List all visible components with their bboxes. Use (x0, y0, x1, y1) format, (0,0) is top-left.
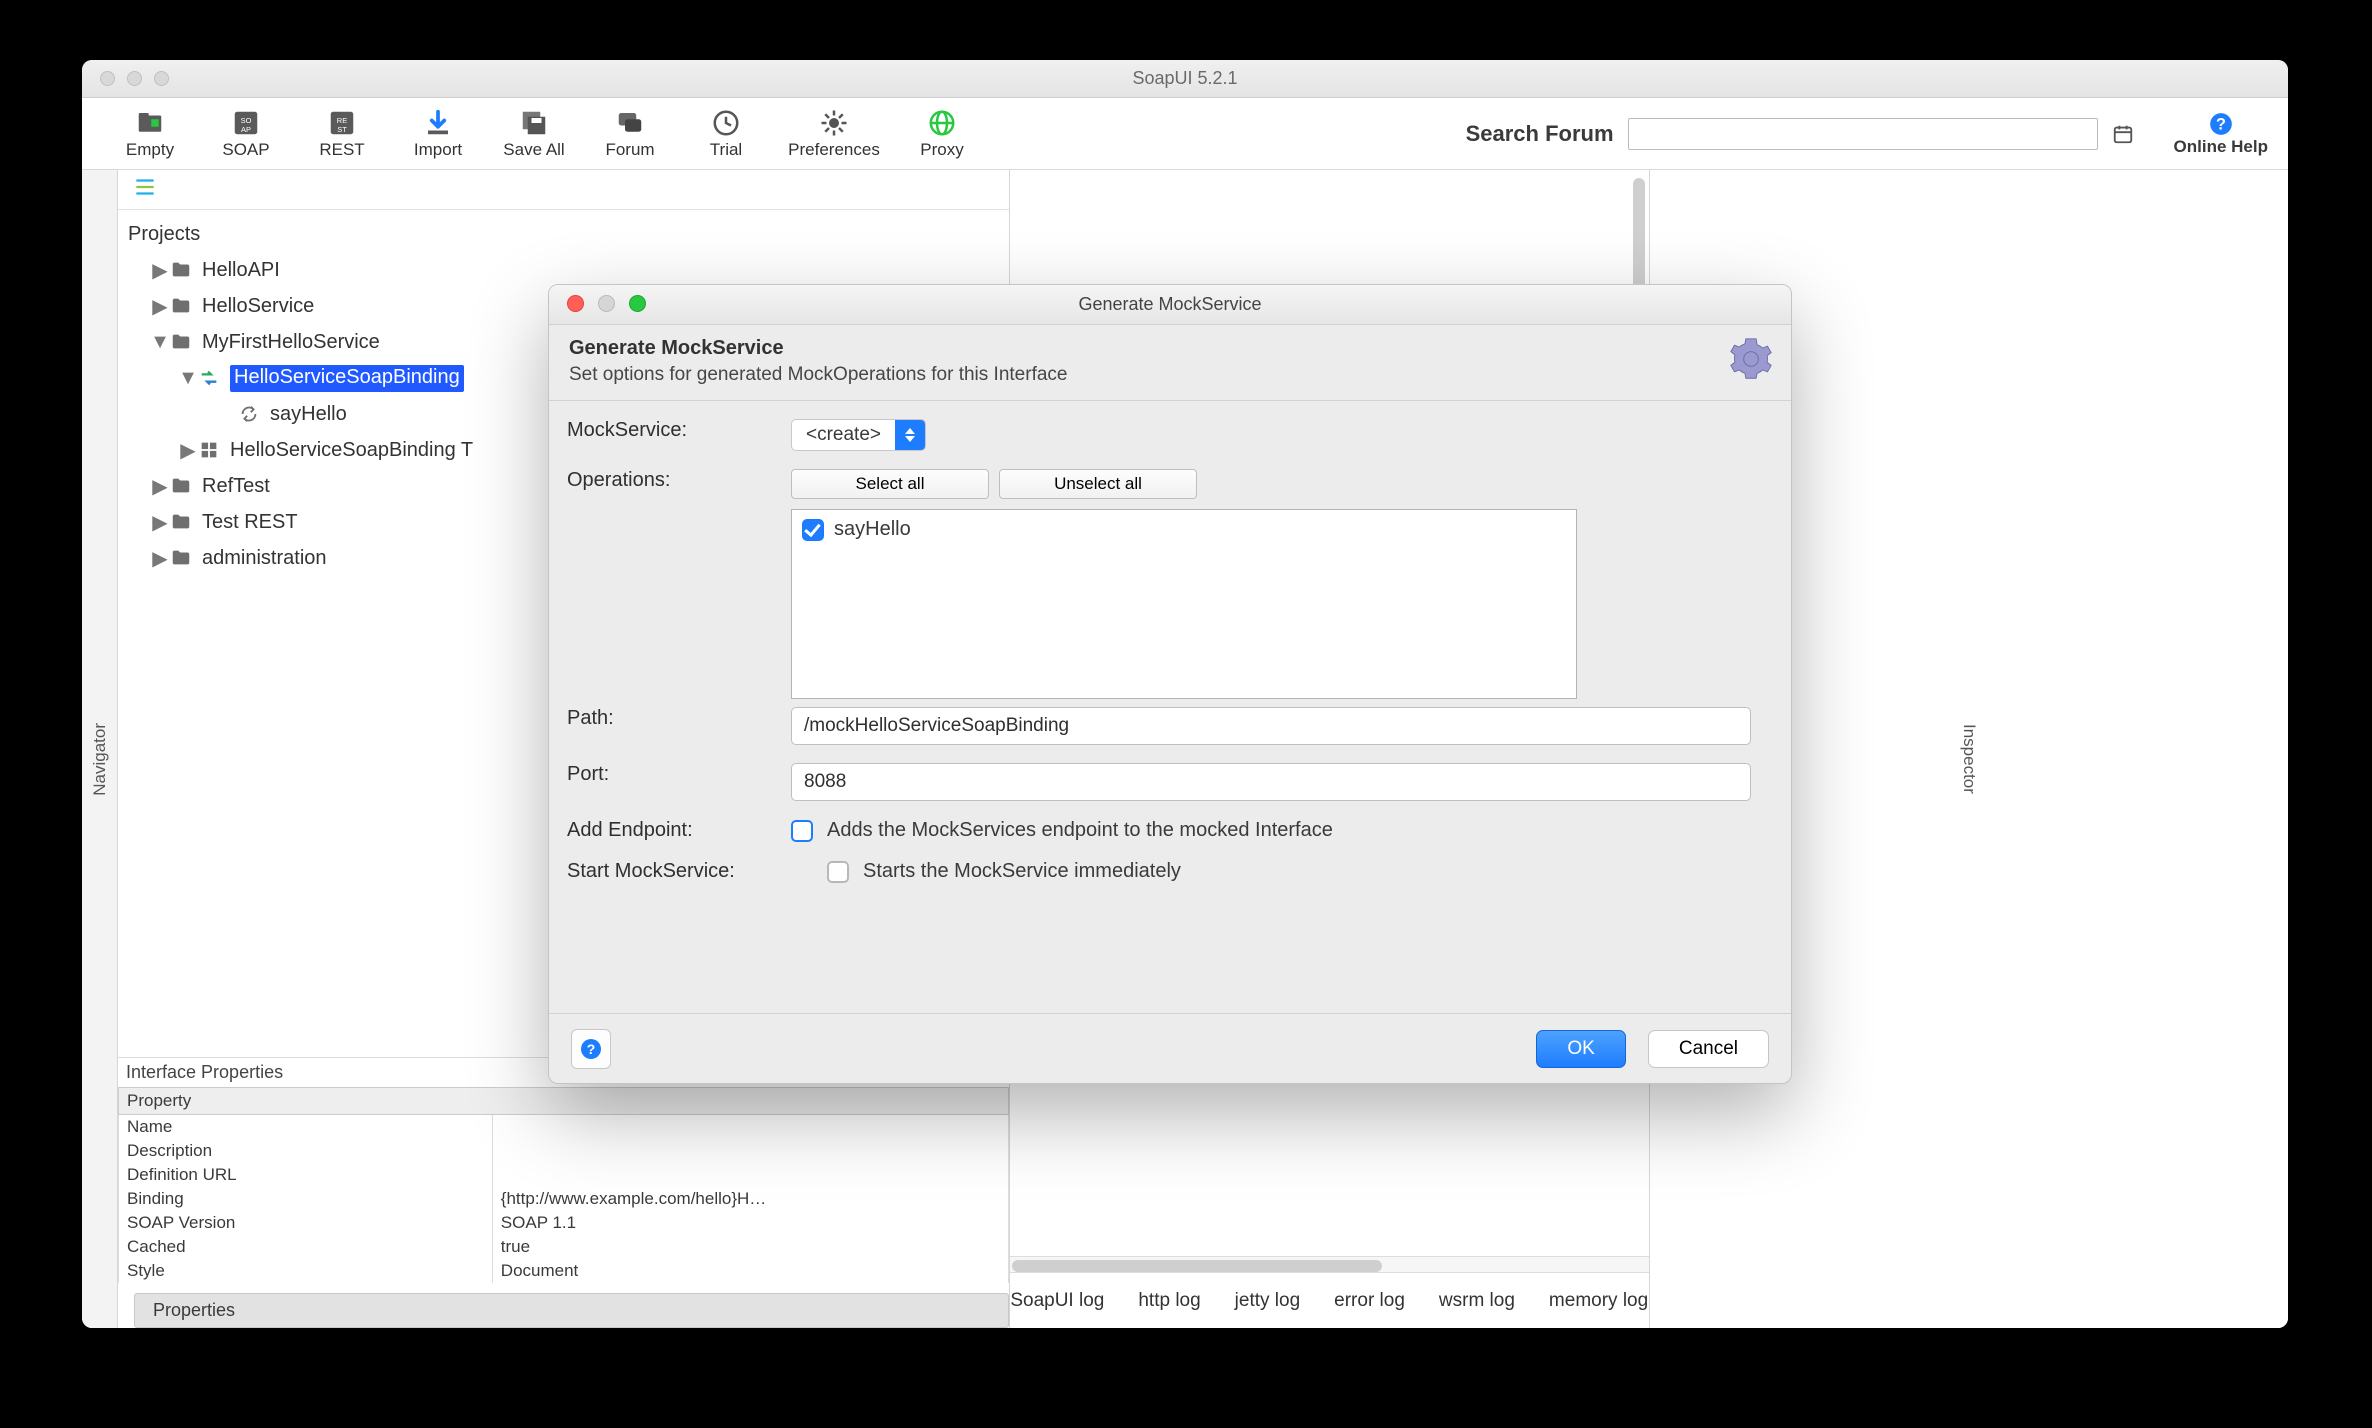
trial-button[interactable]: Trial (678, 108, 774, 160)
forum-button[interactable]: Forum (582, 108, 678, 160)
log-tab[interactable]: jetty log (1235, 1290, 1300, 1312)
search-input[interactable] (1628, 118, 2098, 150)
ok-button[interactable]: OK (1536, 1030, 1625, 1068)
select-all-button[interactable]: Select all (791, 469, 989, 499)
property-row[interactable]: Name (119, 1115, 1009, 1140)
port-input[interactable] (791, 763, 1751, 801)
property-row[interactable]: Description (119, 1139, 1009, 1163)
property-row[interactable]: Cachedtrue (119, 1235, 1009, 1259)
soap-button[interactable]: SOAPSOAP (198, 108, 294, 160)
minimize-icon (598, 295, 615, 312)
toolbar: Empty SOAPSOAP RESTREST Import Save All … (82, 98, 2288, 170)
svg-text:AP: AP (241, 124, 251, 133)
add-endpoint-checkbox[interactable] (791, 820, 813, 842)
start-mockservice-label: Start MockService: (567, 860, 827, 883)
property-row[interactable]: Definition URL (119, 1163, 1009, 1187)
import-button[interactable]: Import (390, 108, 486, 160)
svg-text:SO: SO (241, 116, 252, 125)
generate-mockservice-dialog: Generate MockService Generate MockServic… (548, 284, 1792, 1084)
tree-root[interactable]: Projects (118, 216, 1009, 252)
port-label: Port: (567, 763, 791, 786)
list-icon[interactable] (132, 174, 158, 205)
dialog-header: Generate MockService Set options for gen… (549, 325, 1791, 401)
property-row[interactable]: Binding{http://www.example.com/hello}H… (119, 1187, 1009, 1211)
rest-button[interactable]: RESTREST (294, 108, 390, 160)
property-row[interactable]: StyleDocument (119, 1259, 1009, 1283)
operations-label: Operations: (567, 469, 791, 492)
online-help-button[interactable]: ? Online Help (2174, 111, 2268, 157)
properties-table: Property NameDescriptionDefinition URLBi… (118, 1087, 1009, 1283)
operations-list[interactable]: sayHello (791, 509, 1577, 699)
save-all-button[interactable]: Save All (486, 108, 582, 160)
properties-tab[interactable]: Properties (134, 1293, 1009, 1328)
empty-button[interactable]: Empty (102, 108, 198, 160)
help-button[interactable]: ? (571, 1029, 611, 1069)
path-label: Path: (567, 707, 791, 730)
dialog-traffic-lights[interactable] (567, 295, 646, 312)
svg-text:RE: RE (337, 116, 347, 125)
svg-text:?: ? (587, 1041, 596, 1057)
log-tab[interactable]: SoapUI log (1010, 1290, 1104, 1312)
mockservice-label: MockService: (567, 419, 791, 442)
gear-icon (1729, 337, 1773, 386)
start-mockservice-checkbox[interactable] (827, 861, 849, 883)
cancel-button[interactable]: Cancel (1648, 1030, 1769, 1068)
tree-item[interactable]: ▶HelloAPI (118, 252, 1009, 288)
path-input[interactable] (791, 707, 1751, 745)
proxy-button[interactable]: Proxy (894, 108, 990, 160)
navigator-toolbar (118, 170, 1009, 210)
window-title: SoapUI 5.2.1 (1132, 68, 1237, 89)
mockservice-select[interactable]: <create> (791, 419, 926, 451)
log-tab[interactable]: memory log (1549, 1290, 1648, 1312)
dialog-footer: ? OK Cancel (549, 1013, 1791, 1083)
log-tab[interactable]: wsrm log (1439, 1290, 1515, 1312)
zoom-icon (629, 295, 646, 312)
svg-text:?: ? (2216, 115, 2226, 133)
titlebar: SoapUI 5.2.1 (82, 60, 2288, 98)
calendar-icon[interactable] (2112, 123, 2134, 145)
preferences-button[interactable]: Preferences (774, 108, 894, 160)
navigator-tab[interactable]: Navigator (82, 170, 118, 1328)
close-icon (567, 295, 584, 312)
dialog-titlebar: Generate MockService (549, 285, 1791, 325)
property-row[interactable]: SOAP VersionSOAP 1.1 (119, 1211, 1009, 1235)
log-tabs: SoapUI log http log jetty log error log wsrm… (1010, 1272, 1649, 1328)
log-tab[interactable]: error log (1334, 1290, 1405, 1312)
add-endpoint-label: Add Endpoint: (567, 819, 791, 842)
window-traffic-lights[interactable] (100, 71, 169, 86)
search-label: Search Forum (1466, 121, 1614, 147)
operation-item[interactable]: sayHello (802, 518, 1566, 541)
unselect-all-button[interactable]: Unselect all (999, 469, 1197, 499)
log-tab[interactable]: http log (1138, 1290, 1200, 1312)
checkbox-icon[interactable] (802, 519, 824, 541)
svg-text:ST: ST (337, 124, 347, 133)
select-arrows-icon (895, 420, 925, 450)
